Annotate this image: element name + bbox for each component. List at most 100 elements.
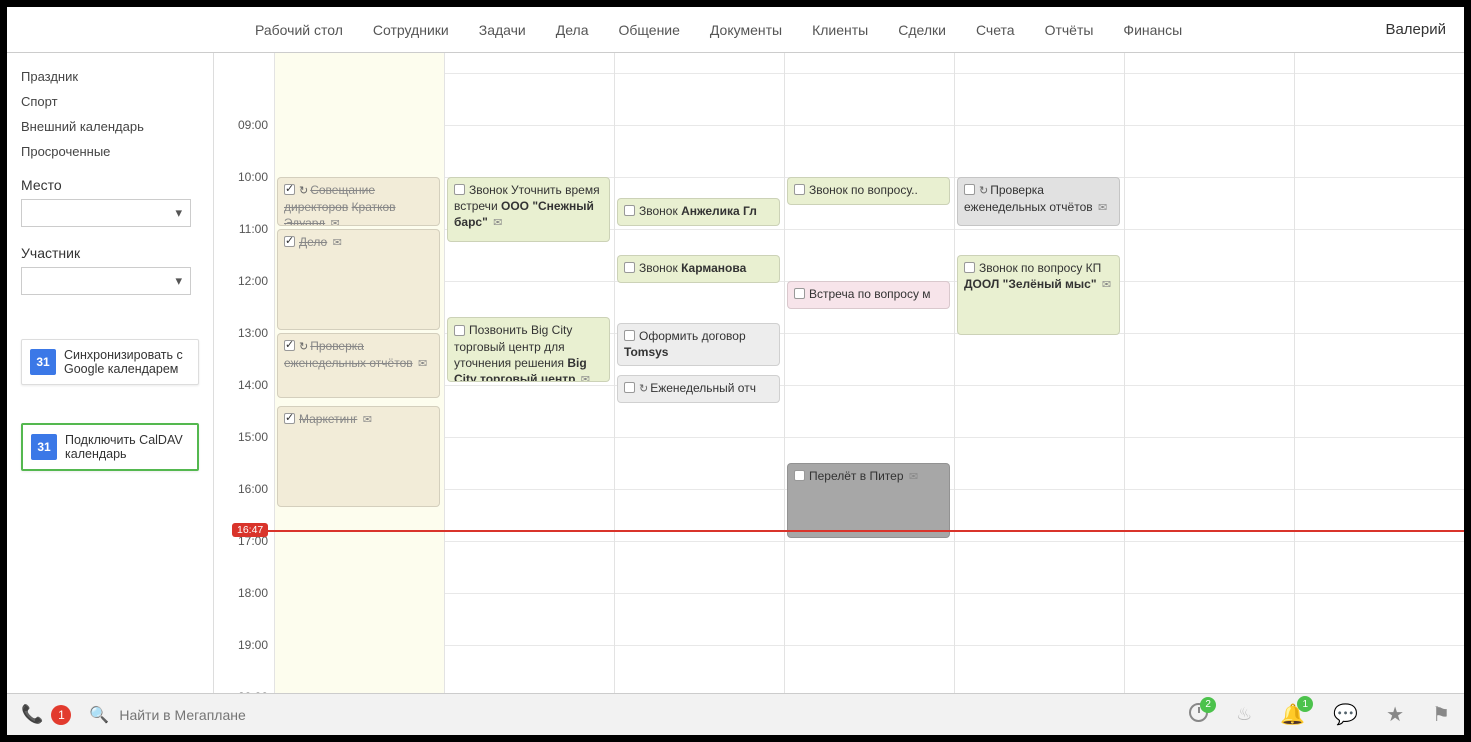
event-checkbox[interactable] bbox=[284, 413, 295, 424]
event-checkbox[interactable] bbox=[624, 262, 635, 273]
mail-icon: ✉ bbox=[493, 216, 502, 231]
calendar-event[interactable]: Звонок по вопросу.. bbox=[787, 177, 950, 205]
calendar-event[interactable]: ↻Проверка еженедельных отчётов ✉ bbox=[277, 333, 440, 398]
calendar-event[interactable]: ↻Еженедельный отч bbox=[617, 375, 780, 403]
calendar-event[interactable]: Звонок Карманова bbox=[617, 255, 780, 283]
phone-badge[interactable]: 1 bbox=[51, 705, 71, 725]
place-select[interactable] bbox=[21, 199, 191, 227]
mail-icon: ✉ bbox=[418, 357, 427, 372]
user-name[interactable]: Валерий bbox=[1385, 21, 1446, 38]
mail-icon: ✉ bbox=[363, 413, 372, 428]
nav-item[interactable]: Финансы bbox=[1123, 22, 1182, 38]
participant-select[interactable] bbox=[21, 267, 191, 295]
event-extra: Анжелика Гл bbox=[681, 204, 757, 218]
event-checkbox[interactable] bbox=[284, 184, 295, 195]
calendar-area[interactable]: 09:0010:0011:0012:0013:0014:0015:0016:00… bbox=[214, 53, 1464, 693]
nav-item[interactable]: Задачи bbox=[479, 22, 526, 38]
calendar-event[interactable]: Позвонить Big City торговый центр для ут… bbox=[447, 317, 610, 382]
time-label: 14:00 bbox=[238, 378, 268, 392]
event-title: Перелёт в Питер bbox=[809, 469, 904, 483]
nav-item[interactable]: Рабочий стол bbox=[255, 22, 343, 38]
event-checkbox[interactable] bbox=[964, 262, 975, 273]
time-label: 13:00 bbox=[238, 326, 268, 340]
event-checkbox[interactable] bbox=[454, 184, 465, 195]
feedback-icon[interactable]: ⚑ bbox=[1432, 702, 1450, 727]
day-column[interactable]: Звонок Анжелика Гл Звонок Карманова Оформи… bbox=[614, 53, 784, 693]
calendar-event[interactable]: ↻Совещание директоров Кратков Эдуард ✉ bbox=[277, 177, 440, 226]
event-title: Еженедельный отч bbox=[650, 381, 756, 395]
caldav-connect-button[interactable]: 31 Подключить CalDAV календарь bbox=[21, 423, 199, 471]
repeat-icon: ↻ bbox=[299, 340, 308, 355]
nav-item[interactable]: Клиенты bbox=[812, 22, 868, 38]
event-title: Дело bbox=[299, 235, 327, 249]
star-icon[interactable]: ★ bbox=[1386, 702, 1404, 727]
calendar-event[interactable]: Звонок по вопросу КП ДООЛ "Зелёный мыс" … bbox=[957, 255, 1120, 335]
day-column[interactable]: ↻Проверка еженедельных отчётов ✉ Звонок п… bbox=[954, 53, 1124, 693]
search-box[interactable]: 🔍 bbox=[89, 705, 909, 725]
repeat-icon: ↻ bbox=[299, 184, 308, 199]
event-checkbox[interactable] bbox=[794, 470, 805, 481]
calendar-event[interactable]: Перелёт в Питер ✉ bbox=[787, 463, 950, 538]
calendar-event[interactable]: ↻Проверка еженедельных отчётов ✉ bbox=[957, 177, 1120, 226]
phone-icon[interactable]: 📞 bbox=[21, 704, 43, 725]
event-checkbox[interactable] bbox=[284, 340, 295, 351]
sidebar-filter[interactable]: Праздник bbox=[21, 69, 199, 84]
repeat-icon: ↻ bbox=[979, 184, 988, 199]
event-checkbox[interactable] bbox=[794, 184, 805, 195]
day-column[interactable] bbox=[1124, 53, 1294, 693]
time-label: 10:00 bbox=[238, 170, 268, 184]
time-label: 09:00 bbox=[238, 118, 268, 132]
time-label: 20:00 bbox=[238, 690, 268, 693]
bell-button[interactable]: 🔔 1 bbox=[1280, 702, 1305, 727]
sidebar-filters: Праздник Спорт Внешний календарь Просроч… bbox=[21, 69, 199, 159]
event-checkbox[interactable] bbox=[624, 330, 635, 341]
event-title: Оформить договор bbox=[639, 329, 746, 343]
event-checkbox[interactable] bbox=[794, 288, 805, 299]
top-nav: Рабочий стол Сотрудники Задачи Дела Обще… bbox=[7, 7, 1464, 53]
nav-item[interactable]: Документы bbox=[710, 22, 782, 38]
day-column[interactable]: Звонок Уточнить время встречи ООО "Снежн… bbox=[444, 53, 614, 693]
sidebar-filter[interactable]: Просроченные bbox=[21, 144, 199, 159]
calendar-event[interactable]: Звонок Анжелика Гл bbox=[617, 198, 780, 226]
calendar-event[interactable]: Звонок Уточнить время встречи ООО "Снежн… bbox=[447, 177, 610, 242]
google-sync-label: Синхронизировать с Google календарем bbox=[64, 348, 190, 376]
nav-item[interactable]: Счета bbox=[976, 22, 1015, 38]
time-label: 19:00 bbox=[238, 638, 268, 652]
day-column[interactable] bbox=[1294, 53, 1464, 693]
day-column[interactable]: ↻Совещание директоров Кратков Эдуард ✉Де… bbox=[274, 53, 444, 693]
mail-icon: ✉ bbox=[331, 217, 340, 226]
day-column[interactable]: Звонок по вопросу.. Встреча по вопросу м П… bbox=[784, 53, 954, 693]
search-input[interactable] bbox=[119, 707, 909, 723]
calendar-event[interactable]: Дело ✉ bbox=[277, 229, 440, 330]
bottom-bar: 📞 1 🔍 2 ♨ 🔔 1 💬 ★ ⚑ bbox=[7, 693, 1464, 735]
chat-icon[interactable]: 💬 bbox=[1333, 702, 1358, 727]
clock-button[interactable]: 2 bbox=[1189, 703, 1208, 727]
google-sync-button[interactable]: 31 Синхронизировать с Google календарем bbox=[21, 339, 199, 385]
time-label: 15:00 bbox=[238, 430, 268, 444]
sidebar-filter[interactable]: Спорт bbox=[21, 94, 199, 109]
flame-icon[interactable]: ♨ bbox=[1236, 704, 1252, 725]
event-title: Звонок по вопросу.. bbox=[809, 183, 918, 197]
mail-icon: ✉ bbox=[909, 470, 918, 485]
nav-item[interactable]: Дела bbox=[556, 22, 589, 38]
event-checkbox[interactable] bbox=[454, 325, 465, 336]
time-column: 09:0010:0011:0012:0013:0014:0015:0016:00… bbox=[214, 53, 274, 693]
event-title: Звонок bbox=[639, 261, 678, 275]
calendar-event[interactable]: Оформить договор Tomsys bbox=[617, 323, 780, 367]
calendar-event[interactable]: Встреча по вопросу м bbox=[787, 281, 950, 309]
caldav-label: Подключить CalDAV календарь bbox=[65, 433, 189, 461]
nav-item[interactable]: Отчёты bbox=[1045, 22, 1094, 38]
event-checkbox[interactable] bbox=[624, 382, 635, 393]
event-checkbox[interactable] bbox=[284, 236, 295, 247]
calendar-icon: 31 bbox=[31, 434, 57, 460]
calendar-event[interactable]: Маркетинг ✉ bbox=[277, 406, 440, 507]
nav-item[interactable]: Сотрудники bbox=[373, 22, 449, 38]
nav-item[interactable]: Общение bbox=[619, 22, 680, 38]
time-label: 18:00 bbox=[238, 586, 268, 600]
search-icon: 🔍 bbox=[89, 705, 109, 725]
mail-icon: ✉ bbox=[333, 236, 342, 251]
event-checkbox[interactable] bbox=[964, 184, 975, 195]
sidebar-filter[interactable]: Внешний календарь bbox=[21, 119, 199, 134]
nav-item[interactable]: Сделки bbox=[898, 22, 946, 38]
event-checkbox[interactable] bbox=[624, 205, 635, 216]
